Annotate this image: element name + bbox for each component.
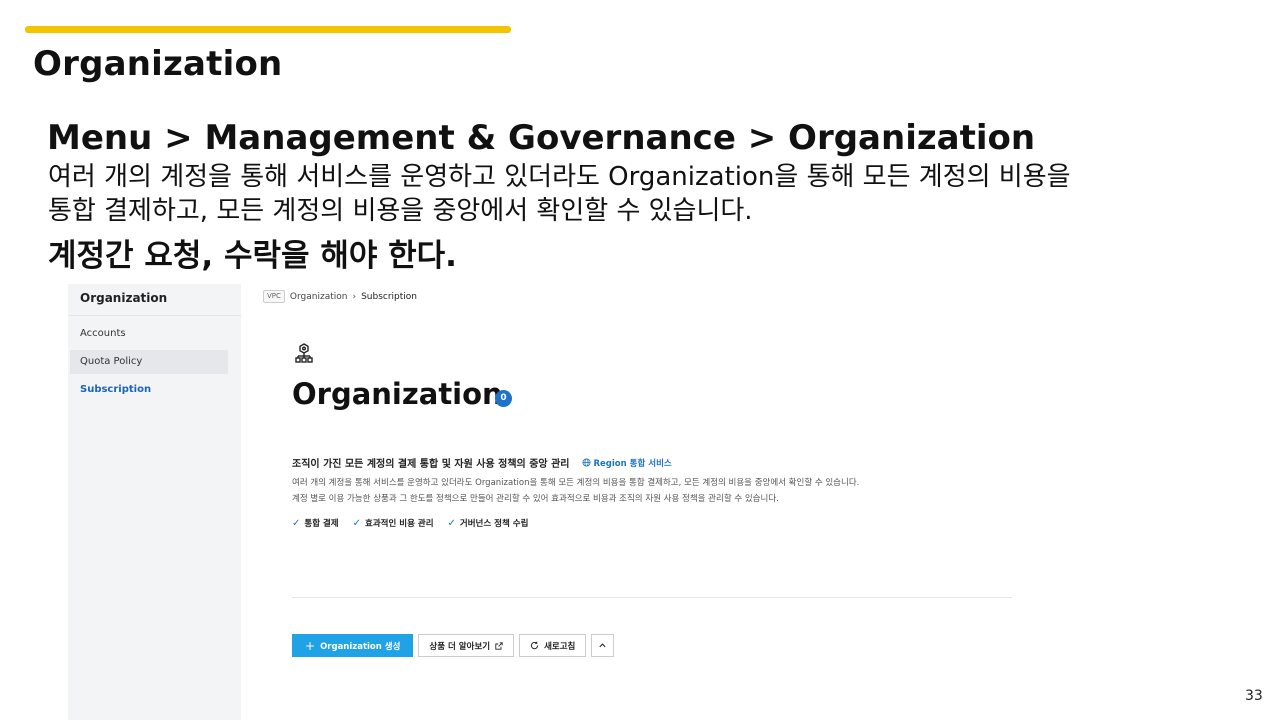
create-organization-label: Organization 생성 <box>320 641 401 652</box>
sidebar-item-quota-policy[interactable]: Quota Policy <box>70 350 228 374</box>
region-tag-label: Region 통합 서비스 <box>593 458 672 469</box>
sidebar-divider <box>68 315 241 316</box>
refresh-button[interactable]: 새로고침 <box>519 634 587 657</box>
feature-label: 효과적인 비용 관리 <box>365 519 434 529</box>
menu-path-heading: Menu > Management & Governance > Organiz… <box>47 118 1036 158</box>
sidebar: Organization Accounts Quota Policy Subsc… <box>68 284 241 720</box>
sidebar-item-subscription[interactable]: Subscription <box>70 378 228 402</box>
section-description: 여러 개의 계정을 통해 서비스를 운영하고 있더라도 Organization… <box>292 475 859 507</box>
feature-label: 통합 결제 <box>304 519 339 529</box>
external-link-icon <box>495 641 503 650</box>
section-heading: 조직이 가진 모든 계정의 결제 통합 및 자원 사용 정책의 중앙 관리 Re… <box>292 455 672 470</box>
sidebar-item-accounts[interactable]: Accounts <box>70 322 228 346</box>
slide-title: Organization <box>33 44 283 84</box>
check-icon: ✓ <box>292 517 301 529</box>
feature-item: ✓ 통합 결제 <box>292 517 339 530</box>
slide-description: 여러 개의 계정을 통해 서비스를 운영하고 있더라도 Organization… <box>48 160 1248 228</box>
collapse-button[interactable] <box>591 634 615 657</box>
page-number: 33 <box>1245 688 1263 704</box>
feature-label: 거버넌스 정책 수립 <box>459 519 529 529</box>
section-heading-text: 조직이 가진 모든 계정의 결제 통합 및 자원 사용 정책의 중앙 관리 <box>292 459 570 470</box>
feature-item: ✓ 효과적인 비용 관리 <box>352 517 434 530</box>
sidebar-title: Organization <box>80 291 168 305</box>
breadcrumb: VPC Organization › Subscription <box>263 290 417 303</box>
console-screenshot: Organization Accounts Quota Policy Subsc… <box>68 284 1280 720</box>
vpc-badge: VPC <box>263 290 285 303</box>
refresh-icon <box>530 641 539 650</box>
learn-more-label: 상품 더 알아보기 <box>429 641 491 652</box>
learn-more-button[interactable]: 상품 더 알아보기 <box>418 634 515 657</box>
page-title: Organization <box>292 377 503 411</box>
section-description-line: 계정 별로 이용 가능한 상품과 그 한도를 정책으로 만들어 관리할 수 있어… <box>292 494 779 504</box>
check-icon: ✓ <box>447 517 456 529</box>
chevron-right-icon: › <box>352 291 357 302</box>
section-divider <box>292 597 1012 598</box>
slide-description-line: 통합 결제하고, 모든 계정의 비용을 중앙에서 확인할 수 있습니다. <box>48 196 753 226</box>
feature-list: ✓ 통합 결제 ✓ 효과적인 비용 관리 ✓ 거버넌스 정책 수립 <box>292 517 529 530</box>
count-badge: 0 <box>495 390 512 407</box>
breadcrumb-item-organization[interactable]: Organization <box>290 292 348 302</box>
chevron-up-icon <box>599 643 606 648</box>
slide-emphasis: 계정간 요청, 수락을 해야 한다. <box>48 238 457 274</box>
action-toolbar: + Organization 생성 상품 더 알아보기 새로고침 <box>292 634 615 657</box>
plus-icon: + <box>305 638 316 653</box>
feature-item: ✓ 거버넌스 정책 수립 <box>447 517 529 530</box>
globe-icon <box>581 458 591 467</box>
region-tag: Region 통합 서비스 <box>581 457 672 469</box>
section-description-line: 여러 개의 계정을 통해 서비스를 운영하고 있더라도 Organization… <box>292 478 860 488</box>
breadcrumb-item-subscription[interactable]: Subscription <box>361 292 417 302</box>
slide-description-line: 여러 개의 계정을 통해 서비스를 운영하고 있더라도 Organization… <box>48 162 1071 192</box>
organization-icon <box>295 343 313 363</box>
accent-bar <box>25 26 511 33</box>
create-organization-button[interactable]: + Organization 생성 <box>292 634 414 657</box>
check-icon: ✓ <box>352 517 362 529</box>
refresh-label: 새로고침 <box>544 641 576 652</box>
